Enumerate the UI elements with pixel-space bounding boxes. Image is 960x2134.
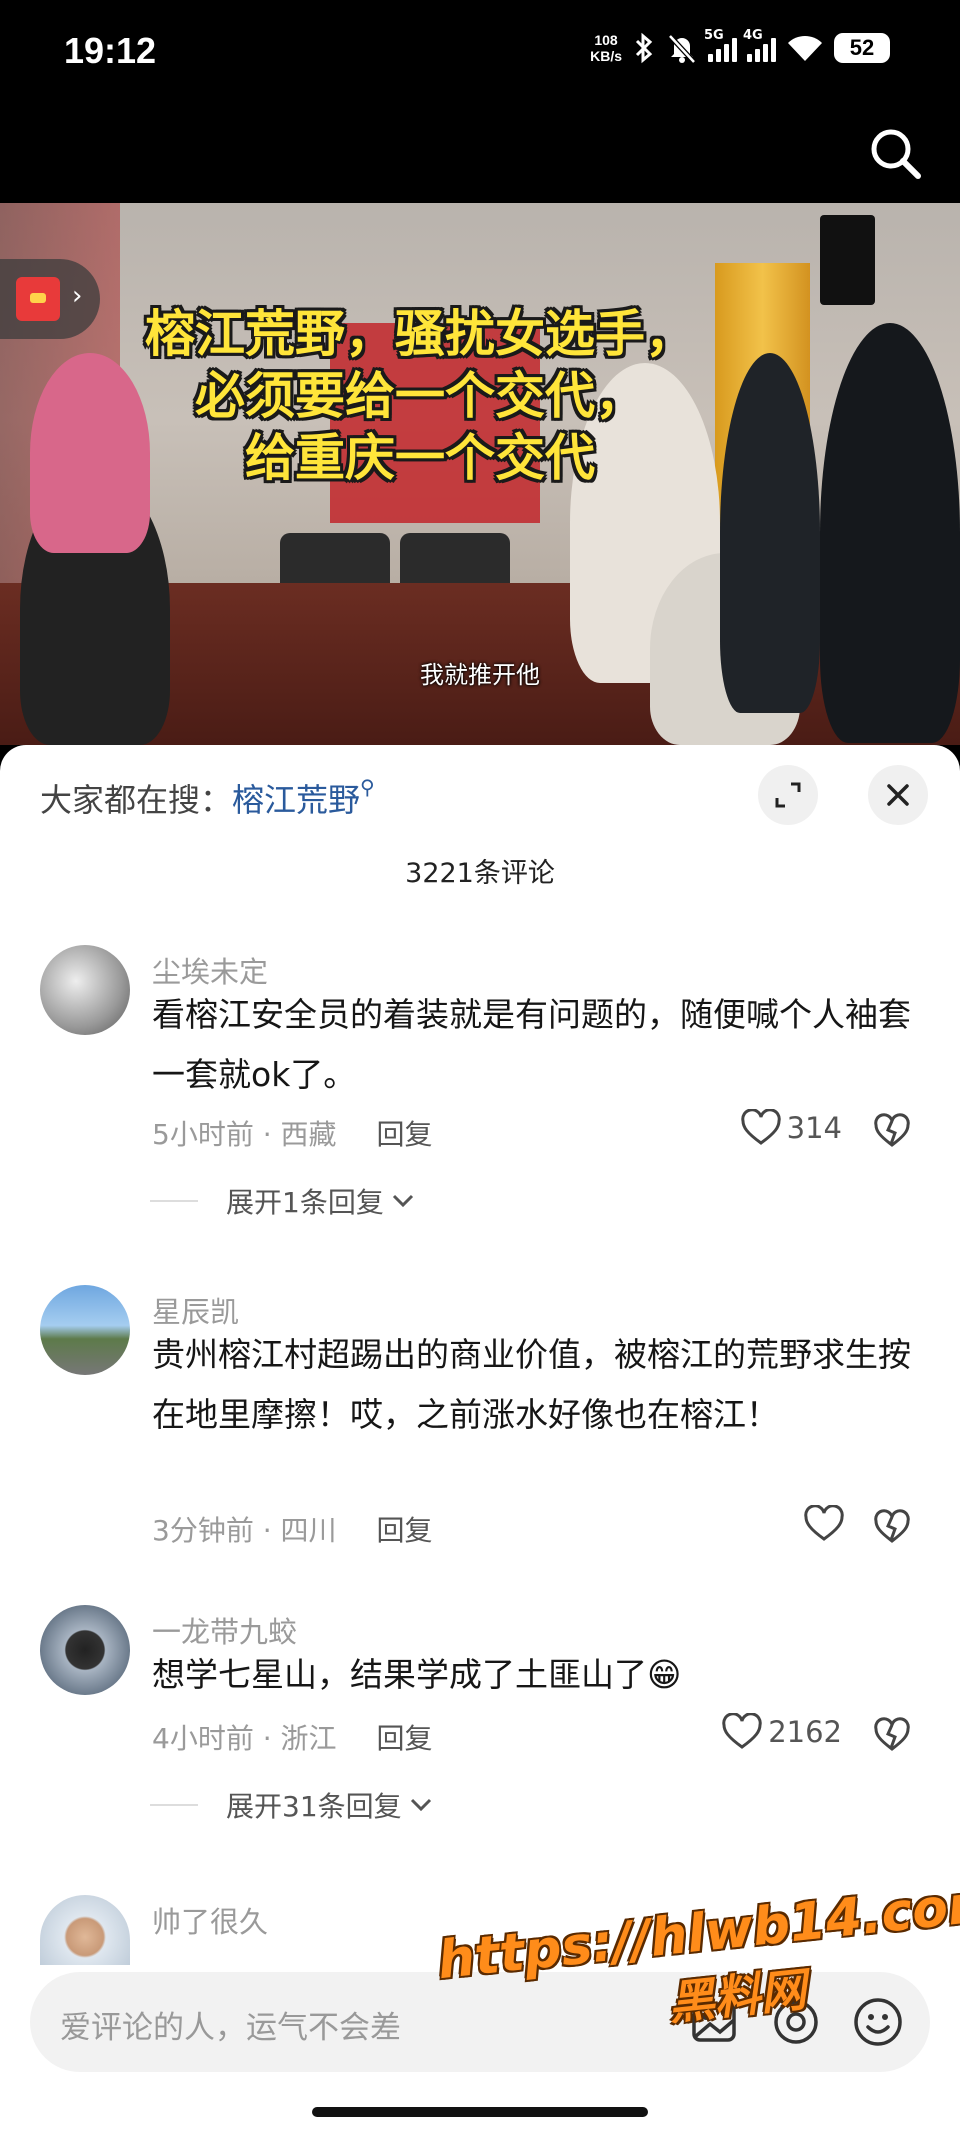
- reply-button[interactable]: 回复: [377, 1514, 433, 1547]
- chevron-down-icon: [392, 1194, 413, 1208]
- like-button[interactable]: 2162: [722, 1713, 842, 1751]
- heart-icon: [804, 1505, 844, 1541]
- comment-time-location: 5小时前 · 西藏: [152, 1118, 337, 1151]
- video-subtitle: 我就推开他: [420, 661, 540, 689]
- like-count: 2162: [768, 1715, 842, 1749]
- bluetooth-icon: [635, 32, 653, 64]
- expand-button[interactable]: [758, 765, 818, 825]
- network-speed-value: 108: [594, 32, 618, 48]
- like-button[interactable]: [804, 1505, 850, 1543]
- search-icon[interactable]: [866, 124, 926, 184]
- reply-button[interactable]: 回复: [377, 1118, 433, 1151]
- comment-text: 看榕江安全员的着装就是有问题的，随便喊个人袖套一套就ok了。: [152, 995, 911, 1094]
- comment-username[interactable]: 帅了很久: [152, 1899, 268, 1941]
- reply-button[interactable]: 回复: [377, 1722, 433, 1755]
- comment-meta: 3分钟前 · 四川 回复: [152, 1509, 433, 1549]
- divider-line: [150, 1200, 198, 1202]
- avatar[interactable]: [40, 945, 130, 1035]
- signal-5g-label: 5G: [704, 28, 724, 43]
- video-title-line: 给重庆一个交代: [245, 429, 595, 487]
- heart-icon: [740, 1109, 781, 1145]
- chevron-down-icon: [410, 1798, 431, 1812]
- close-icon: [887, 784, 909, 806]
- dislike-icon[interactable]: [874, 1717, 910, 1753]
- comment-text: 贵州榕江村超踢出的商业价值，被榕江的荒野求生按在地里摩擦！哎，之前涨水好像也在榕…: [152, 1335, 911, 1434]
- video-player[interactable]: › 榕江荒野，骚扰女选手， 必须要给一个交代， 给重庆一个交代 我就推开他: [0, 203, 960, 745]
- status-bar: 19:12 108 KB/s 5G 4G 52: [0, 0, 960, 110]
- expand-replies-label: 展开31条回复: [226, 1790, 402, 1823]
- network-speed-unit: KB/s: [590, 48, 622, 64]
- search-small-icon: ⚲: [360, 775, 375, 799]
- comment-time-location: 4小时前 · 浙江: [152, 1722, 337, 1755]
- wifi-icon: [788, 35, 822, 61]
- comment-text: 想学七星山，结果学成了土匪山了😁: [152, 1655, 682, 1694]
- video-title-line: 必须要给一个交代，: [195, 367, 645, 425]
- video-title-overlay: 榕江荒野，骚扰女选手， 必须要给一个交代， 给重庆一个交代: [40, 303, 800, 489]
- heart-icon: [722, 1713, 762, 1749]
- trending-search[interactable]: 大家都在搜：榕江荒野⚲: [40, 775, 375, 821]
- like-count: 314: [786, 1111, 842, 1145]
- close-button[interactable]: [868, 765, 928, 825]
- comment-input-placeholder[interactable]: 爱评论的人，运气不会差: [60, 2002, 401, 2047]
- divider-line: [150, 1804, 198, 1806]
- expand-replies-button[interactable]: 展开31条回复: [150, 1785, 434, 1825]
- network-speed: 108 KB/s: [590, 32, 622, 64]
- expand-icon: [775, 782, 801, 808]
- avatar[interactable]: [40, 1285, 130, 1375]
- signal-4g-icon: 4G: [743, 28, 776, 62]
- comment-count: 3221条评论: [405, 858, 555, 889]
- mute-bell-icon: [668, 34, 696, 64]
- comment-meta: 4小时前 · 浙江 回复: [152, 1717, 433, 1757]
- avatar[interactable]: [40, 1605, 130, 1695]
- expand-replies-button[interactable]: 展开1条回复: [150, 1181, 416, 1221]
- status-icons: 108 KB/s 5G 4G 52: [590, 28, 890, 64]
- signal-5g-icon: 5G: [704, 28, 737, 62]
- video-title-line: 榕江荒野，骚扰女选手，: [145, 305, 695, 363]
- video-speaker: [820, 215, 875, 305]
- comment-time-location: 3分钟前 · 四川: [152, 1514, 337, 1547]
- avatar[interactable]: [40, 1895, 130, 1965]
- signal-4g-label: 4G: [743, 28, 763, 43]
- like-button[interactable]: 314: [740, 1109, 842, 1147]
- comment-meta: 5小时前 · 西藏 回复: [152, 1113, 433, 1153]
- battery-indicator: 52: [834, 33, 890, 63]
- trending-search-prefix: 大家都在搜：: [40, 781, 233, 819]
- expand-replies-label: 展开1条回复: [226, 1186, 384, 1219]
- status-time: 19:12: [64, 30, 157, 71]
- trending-search-keyword[interactable]: 榕江荒野: [232, 781, 360, 819]
- dislike-icon[interactable]: [874, 1113, 910, 1149]
- home-indicator[interactable]: [312, 2107, 648, 2117]
- dislike-icon[interactable]: [874, 1509, 910, 1545]
